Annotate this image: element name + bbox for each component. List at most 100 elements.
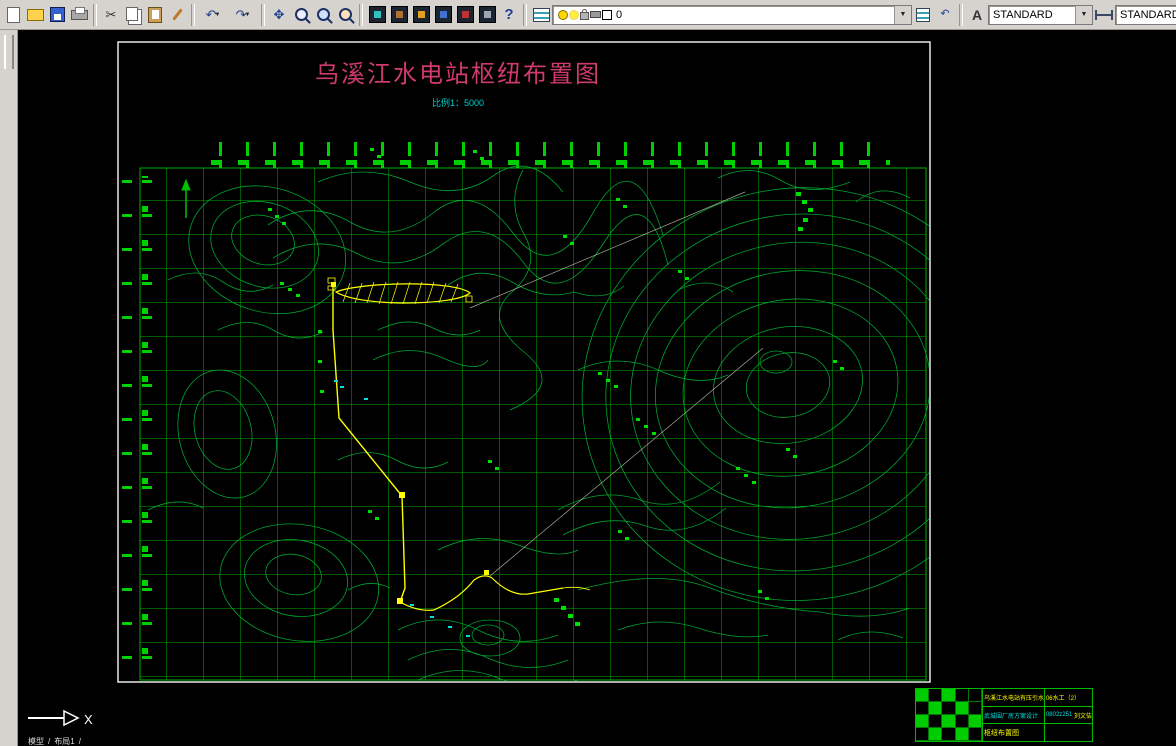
help-icon: ? (504, 6, 514, 23)
paste-button[interactable] (144, 3, 166, 27)
undo-button[interactable]: ↶ ▼ (198, 3, 228, 27)
toolbar-separator (359, 3, 363, 26)
project-name: 乌溪江水电站有压引水 (983, 689, 1045, 706)
sheet-title: 枢纽布置图 (983, 724, 1045, 742)
new-file-icon (6, 6, 20, 23)
cut-button[interactable]: ✂ (100, 3, 122, 27)
student-cell: 0802z251 刘文佶 (1045, 707, 1092, 724)
layers-stack-icon (532, 7, 550, 22)
clipboard-icon (148, 6, 162, 23)
save-icon (49, 7, 65, 22)
revision-grid (916, 689, 983, 741)
left-toolbar (0, 30, 18, 746)
title-block: 乌溪江水电站有压引水 06水工（2） 武城围厂房方案设计 0802z251 刘文… (915, 688, 1093, 742)
toolbar-separator (93, 3, 97, 26)
tab-model[interactable]: 模型 (28, 737, 44, 746)
pan-realtime-button[interactable]: ✥ (268, 3, 290, 27)
standard-toolbar: ✂ ↶ ▼ ↷ ▼ ✥ ? 0 ▼ ↶ A STANDARD ▼ STANDAR… (0, 0, 1176, 30)
dim-style-dropdown[interactable]: STANDARD (1115, 4, 1176, 25)
student-id: 0802z251 (1045, 712, 1073, 718)
ucs-x-arrow (63, 709, 80, 727)
toolbar-separator (261, 3, 265, 26)
zoom-previous-button[interactable] (334, 3, 356, 27)
text-style-dropdown[interactable]: STANDARD ▼ (988, 4, 1093, 25)
quick-calc-button[interactable] (476, 3, 498, 27)
calculator-icon (478, 6, 496, 23)
layer-dropdown[interactable]: 0 ▼ (552, 4, 912, 25)
properties-button[interactable] (366, 3, 388, 27)
toolbar-separator (523, 3, 527, 26)
magnifier-icon (294, 8, 308, 21)
save-button[interactable] (46, 3, 68, 27)
open-folder-icon (26, 8, 44, 21)
copy-button[interactable] (122, 3, 144, 27)
pan-icon: ✥ (273, 7, 285, 22)
dimension-icon (1095, 9, 1113, 20)
printer-icon (70, 6, 88, 20)
match-properties-button[interactable] (166, 3, 188, 27)
map-grid (139, 167, 927, 681)
zoom-window-button[interactable] (312, 3, 334, 27)
top-ticks (205, 142, 890, 168)
properties-icon (368, 6, 386, 23)
layer-freeze-icon[interactable] (568, 8, 579, 22)
make-object-layer-current-button[interactable] (912, 3, 934, 27)
ucs-icon: X (28, 709, 93, 727)
new-button[interactable] (2, 3, 24, 27)
ucs-x-label: X (84, 712, 93, 727)
plot-button[interactable] (68, 3, 90, 27)
text-style-dropdown-arrow[interactable]: ▼ (1075, 5, 1092, 24)
open-button[interactable] (24, 3, 46, 27)
sheet-set-manager-button[interactable] (432, 3, 454, 27)
layer-previous-button[interactable]: ↶ (934, 3, 956, 27)
class-label: 06水工（2） (1045, 695, 1080, 702)
toolbar-separator (959, 3, 963, 26)
dim-style-button[interactable] (1093, 3, 1115, 27)
tab-layout1[interactable]: 布局1 (54, 737, 74, 746)
text-style-button[interactable]: A (966, 3, 988, 27)
layer-current-icon (916, 7, 930, 22)
design-name: 武城围厂房方案设计 (983, 706, 1045, 724)
application-window: ✂ ↶ ▼ ↷ ▼ ✥ ? 0 ▼ ↶ A STANDARD ▼ STANDAR… (0, 0, 1176, 746)
layout-tab-strip: 模型 / 布局1 / (18, 737, 328, 746)
undo-dropdown-icon: ▼ (214, 11, 221, 18)
title-block-text: 乌溪江水电站有压引水 06水工（2） 武城围厂房方案设计 0802z251 刘文… (982, 689, 1092, 742)
empty-cell (1045, 724, 1092, 741)
student-name: 刘文佶 (1073, 713, 1092, 720)
dim-style-value: STANDARD (1120, 8, 1176, 21)
redo-button[interactable]: ↷ ▼ (228, 3, 258, 27)
layer-plot-icon[interactable] (590, 8, 601, 22)
current-layer-name: 0 (616, 8, 623, 21)
help-button[interactable]: ? (498, 3, 520, 27)
tool-palettes-button[interactable] (410, 3, 432, 27)
magnifier-previous-icon (338, 8, 352, 21)
sheet-set-icon (434, 6, 452, 23)
drawing-viewport[interactable]: 乌溪江水电站枢纽布置图 比例1：5000 (18, 30, 1176, 746)
tab-divider: / (48, 737, 51, 746)
markup-set-icon (456, 6, 474, 23)
paintbrush-icon (171, 8, 183, 21)
redo-dropdown-icon: ▼ (244, 11, 251, 18)
markup-set-manager-button[interactable] (454, 3, 476, 27)
scissors-icon: ✂ (105, 7, 117, 22)
scale-label: 比例1：5000 (432, 97, 484, 108)
layer-previous-icon: ↶ (940, 8, 950, 20)
tool-palettes-icon (412, 6, 430, 23)
text-style-icon: A (971, 6, 983, 23)
layer-dropdown-arrow[interactable]: ▼ (894, 5, 911, 24)
text-style-value: STANDARD (993, 8, 1053, 21)
magnifier-window-icon (316, 8, 330, 21)
left-ticks (122, 176, 152, 682)
zoom-realtime-button[interactable] (290, 3, 312, 27)
layer-lock-icon[interactable] (579, 8, 590, 22)
layer-on-off-icon[interactable] (557, 8, 568, 22)
layer-properties-manager-button[interactable] (530, 3, 552, 27)
layer-color-swatch (601, 8, 612, 22)
drawing-title: 乌溪江水电站枢纽布置图 (315, 61, 601, 88)
copy-icon (126, 6, 138, 21)
design-center-icon (390, 6, 408, 23)
toolbar-grip[interactable] (3, 35, 14, 69)
design-center-button[interactable] (388, 3, 410, 27)
tab-divider: / (78, 737, 81, 746)
toolbar-separator (191, 3, 195, 26)
